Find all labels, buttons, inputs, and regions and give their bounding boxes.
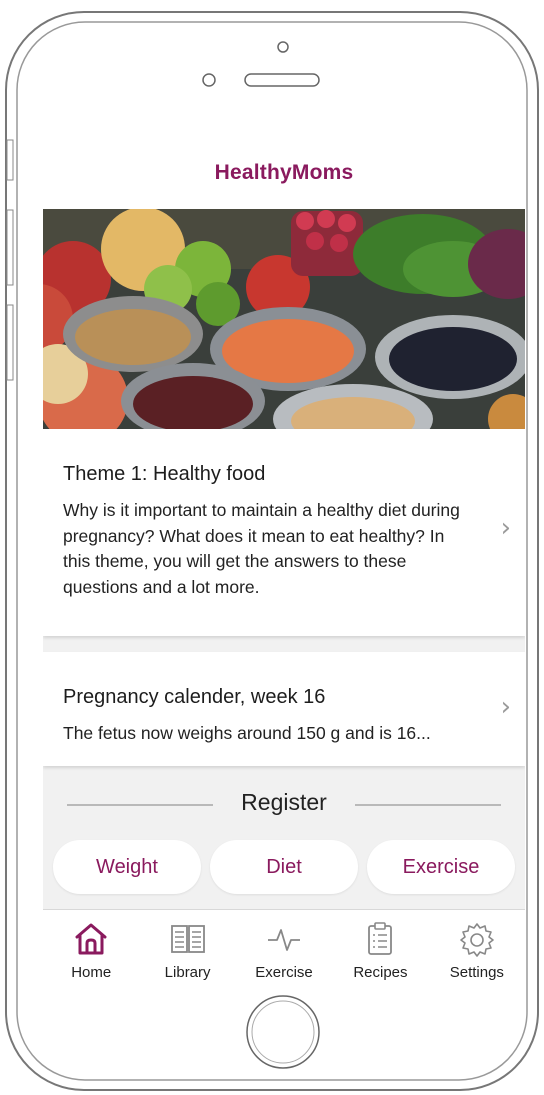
book-icon [170,925,205,953]
tab-library-label: Library [164,964,211,981]
chevron-right-icon[interactable]: › [501,513,511,543]
clipboard-icon [368,922,393,955]
calendar-card-body: The fetus now weighs around 150 g and is… [63,723,431,743]
theme-card[interactable]: Theme 1: Healthy food Why is it importan… [43,429,525,636]
tab-settings-label: Settings [449,964,504,981]
weight-button[interactable]: Weight [53,840,201,894]
register-label: Register [241,788,327,815]
bottom-tab-bar: Home Library Exercise Recipes Settings [43,909,525,992]
diet-button[interactable]: Diet [210,840,358,894]
hero-image [43,209,525,429]
app-title: HealthyMoms [214,161,354,184]
tab-exercise[interactable]: Exercise [236,910,332,992]
app-screen: HealthyMoms Theme 1: Healthy food Why is… [43,137,525,992]
theme-card-title: Theme 1: Healthy food [63,463,266,485]
tab-settings[interactable]: Settings [429,910,525,992]
tab-exercise-label: Exercise [255,964,313,981]
home-icon [75,923,107,955]
pulse-icon [268,929,301,951]
divider-line [67,804,213,806]
chevron-right-icon[interactable]: › [501,692,511,722]
tab-library[interactable]: Library [139,910,235,992]
tab-recipes[interactable]: Recipes [332,910,428,992]
theme-card-body: Why is it important to maintain a health… [63,500,460,597]
divider-line [355,804,501,806]
app-header: HealthyMoms [43,137,525,209]
tab-recipes-label: Recipes [353,964,408,981]
register-section: Register [43,766,525,818]
exercise-button[interactable]: Exercise [367,840,515,894]
register-buttons: Weight Diet Exercise [43,840,525,894]
tab-home[interactable]: Home [43,910,139,992]
calendar-card-title: Pregnancy calender, week 16 [63,686,326,708]
pregnancy-calendar-card[interactable]: Pregnancy calender, week 16 The fetus no… [43,652,525,766]
tab-home-label: Home [71,964,112,981]
gear-icon [460,923,494,957]
